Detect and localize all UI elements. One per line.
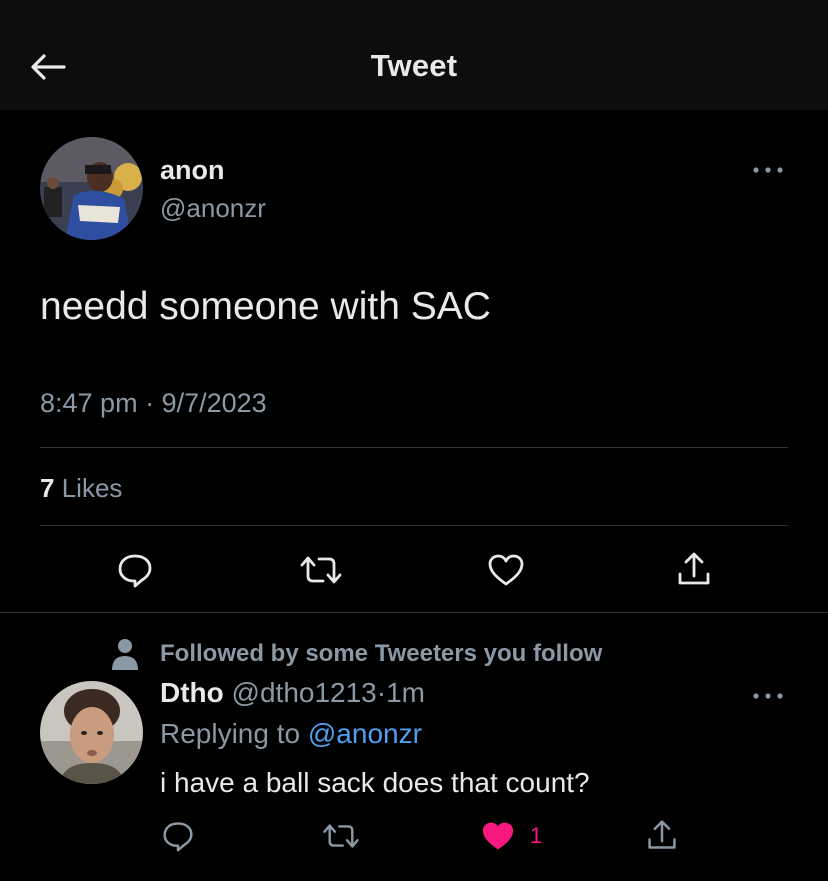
- tweet-date: 9/7/2023: [161, 388, 267, 418]
- heart-icon: [488, 554, 524, 586]
- person-icon: [112, 639, 138, 670]
- reply-button[interactable]: [112, 550, 158, 590]
- tweet-time: 8:47 pm: [40, 388, 138, 418]
- reply-time-separator: ·: [376, 677, 387, 708]
- reply-author-handle[interactable]: @dtho1213: [232, 677, 377, 708]
- reply-age: 1m: [386, 677, 425, 708]
- reply-author-name[interactable]: Dtho: [160, 677, 224, 708]
- likes-summary[interactable]: 7 Likes: [40, 473, 122, 504]
- share-button[interactable]: [672, 548, 716, 590]
- replying-prefix: Replying to: [160, 718, 301, 749]
- reply-like-count: 1: [530, 823, 543, 848]
- reply-author-avatar[interactable]: [40, 681, 143, 784]
- like-button[interactable]: [483, 550, 529, 590]
- retweet-icon: [300, 556, 342, 584]
- retweet-button[interactable]: [294, 550, 348, 590]
- section-divider: [0, 612, 828, 613]
- reply-reply-button[interactable]: [158, 818, 198, 854]
- top-app-bar: Tweet: [0, 0, 828, 110]
- social-context: Followed by some Tweeters you follow: [110, 636, 602, 672]
- reply-icon: [163, 822, 193, 852]
- more-horizontal-icon: [753, 167, 783, 173]
- likes-label: Likes: [61, 473, 123, 503]
- reply-text: i have a ball sack does that count?: [160, 767, 590, 798]
- author-handle[interactable]: @anonzr: [160, 193, 266, 224]
- more-horizontal-icon: [753, 693, 783, 699]
- reply-retweet-button[interactable]: [318, 818, 364, 854]
- heart-icon: [482, 822, 514, 850]
- reply-like-button[interactable]: 1: [480, 818, 542, 854]
- replying-mention-link[interactable]: @anonzr: [308, 718, 422, 749]
- tweet-text: needd someone with SAC: [40, 285, 491, 328]
- reply-more-button[interactable]: [748, 686, 788, 706]
- author-avatar[interactable]: [40, 137, 143, 240]
- replying-to: Replying to @anonzr: [160, 718, 422, 750]
- tweet-timestamp: 8:47 pm · 9/7/2023: [40, 388, 267, 419]
- author-name[interactable]: anon: [160, 155, 225, 186]
- reply-icon: [118, 554, 152, 588]
- timestamp-separator: ·: [145, 388, 155, 418]
- tweet-more-button[interactable]: [748, 160, 788, 180]
- share-icon: [648, 820, 676, 849]
- share-icon: [678, 552, 710, 585]
- divider: [40, 525, 788, 526]
- retweet-icon: [323, 824, 359, 848]
- reply-share-button[interactable]: [642, 815, 682, 855]
- likes-count: 7: [40, 473, 55, 503]
- page-title: Tweet: [370, 48, 458, 83]
- reply-header: Dtho @dtho1213·1m: [160, 677, 425, 709]
- social-context-text: Followed by some Tweeters you follow: [160, 640, 603, 667]
- divider: [40, 447, 788, 448]
